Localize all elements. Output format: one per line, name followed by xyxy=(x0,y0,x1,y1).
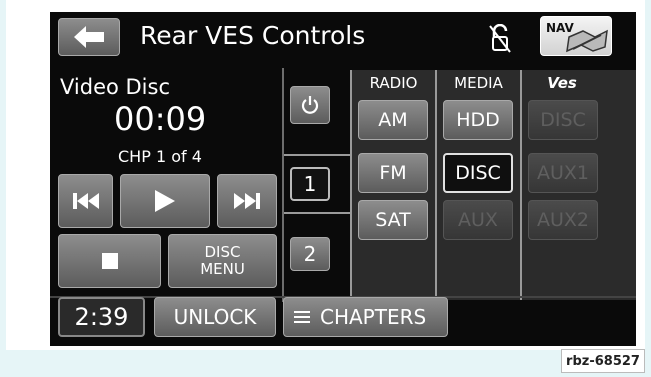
disc-menu-button[interactable]: DISC MENU xyxy=(168,234,277,288)
column-header-radio: RADIO xyxy=(369,74,418,92)
source-am-button[interactable]: AM xyxy=(358,100,428,140)
ves-disc-button[interactable]: DISC xyxy=(528,100,598,140)
chapters-button[interactable]: CHAPTERS xyxy=(283,297,448,337)
clock-display: 2:39 xyxy=(74,303,129,331)
stop-button[interactable] xyxy=(58,234,161,288)
map-icon xyxy=(566,29,608,53)
source-hdd-button[interactable]: HDD xyxy=(443,100,513,140)
source-disc-button[interactable]: DISC xyxy=(443,153,513,193)
back-arrow-icon xyxy=(74,26,104,48)
chapter-label: CHP 1 of 4 xyxy=(118,147,202,166)
ves-aux2-button[interactable]: AUX2 xyxy=(528,200,598,240)
unlock-button[interactable]: UNLOCK xyxy=(154,297,276,337)
source-label: Video Disc xyxy=(60,75,171,99)
clock-button[interactable]: 2:39 xyxy=(58,297,145,337)
back-button[interactable] xyxy=(58,18,120,56)
column-header-ves-logo: Ves xyxy=(547,74,577,92)
screen-1-connector xyxy=(284,154,350,214)
previous-button[interactable] xyxy=(58,174,113,228)
skip-forward-icon xyxy=(234,193,260,209)
unlock-label: UNLOCK xyxy=(173,305,257,329)
touchscreen: Rear VES Controls NAV Video Disc 00:09 C… xyxy=(50,12,636,346)
matrix-divider xyxy=(435,70,437,300)
source-fm-button[interactable]: FM xyxy=(358,153,428,193)
ves-aux1-button[interactable]: AUX1 xyxy=(528,153,598,193)
unlocked-padlock-icon xyxy=(488,23,512,58)
nav-button[interactable]: NAV xyxy=(540,16,612,56)
source-aux-button[interactable]: AUX xyxy=(443,200,513,240)
power-button[interactable] xyxy=(290,86,330,124)
screen-2-button[interactable]: 2 xyxy=(290,237,330,271)
disc-menu-line1: DISC xyxy=(204,243,241,261)
play-button[interactable] xyxy=(120,174,210,228)
source-matrix: RADIO MEDIA Ves AM FM SAT HDD DISC AUX D… xyxy=(350,70,636,300)
power-icon xyxy=(301,96,319,114)
matrix-divider xyxy=(520,70,522,300)
chapters-label: CHAPTERS xyxy=(320,305,427,329)
list-icon xyxy=(294,311,310,323)
disc-menu-line2: MENU xyxy=(200,260,245,278)
stop-icon xyxy=(101,253,118,269)
column-header-media: MEDIA xyxy=(454,74,503,92)
page-title: Rear VES Controls xyxy=(140,21,366,50)
source-sat-button[interactable]: SAT xyxy=(358,200,428,240)
elapsed-time: 00:09 xyxy=(114,100,207,138)
skip-back-icon xyxy=(72,193,99,209)
matrix-divider xyxy=(350,70,352,300)
next-button[interactable] xyxy=(217,174,277,228)
play-icon xyxy=(155,190,175,212)
figure-id-badge: rbz-68527 xyxy=(561,349,645,373)
screen-2-label: 2 xyxy=(303,242,317,266)
